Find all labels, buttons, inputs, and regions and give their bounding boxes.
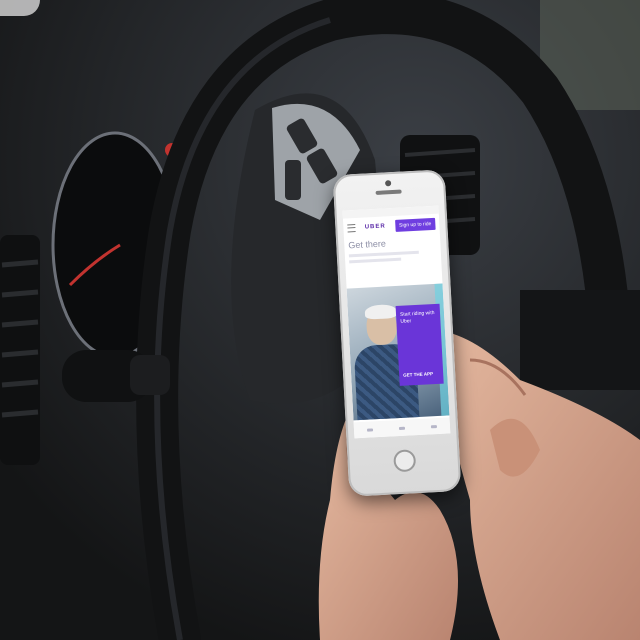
nav-item[interactable] xyxy=(430,424,438,428)
center-console xyxy=(520,290,640,390)
home-button[interactable] xyxy=(393,449,417,473)
left-air-vent xyxy=(0,235,40,465)
get-app-button[interactable]: GET THE APP xyxy=(403,371,433,378)
car-interior-backdrop xyxy=(0,0,640,640)
wiper-stalk xyxy=(62,350,170,402)
subtext-line xyxy=(348,250,419,258)
person-hair xyxy=(364,303,398,320)
earpiece-speaker xyxy=(375,189,402,195)
nav-item[interactable] xyxy=(366,427,374,432)
promo-card[interactable]: Start riding with Uber GET THE APP xyxy=(395,303,444,386)
app-brand: UBER xyxy=(364,223,386,231)
phone-screen: UBER Sign up to ride Get there Start rid… xyxy=(342,205,451,439)
subtext-line xyxy=(349,257,402,264)
signup-button[interactable]: Sign up to ride xyxy=(394,217,436,232)
bottom-nav xyxy=(353,417,451,439)
hero-image: Start riding with Uber GET THE APP xyxy=(346,283,450,421)
photo-scene: UBER Sign up to ride Get there Start rid… xyxy=(0,0,640,640)
promo-text: Start riding with Uber xyxy=(399,310,435,325)
smartphone: UBER Sign up to ride Get there Start rid… xyxy=(332,169,462,497)
nav-item[interactable] xyxy=(398,426,406,430)
menu-icon[interactable] xyxy=(347,224,356,233)
front-camera xyxy=(384,180,392,187)
